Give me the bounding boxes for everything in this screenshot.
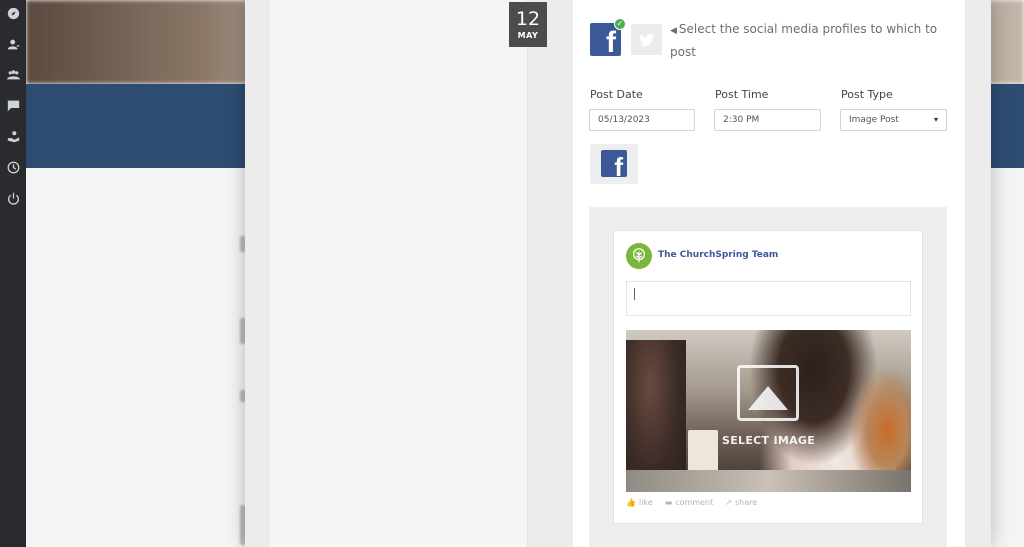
comment-label: comment	[675, 498, 714, 507]
chevron-down-icon: ▾	[933, 115, 938, 124]
comment-action[interactable]: ▬ comment	[665, 498, 714, 507]
facebook-icon: f	[601, 150, 627, 177]
group-icon[interactable]	[3, 64, 23, 84]
post-text-input[interactable]	[626, 281, 911, 316]
image-placeholder-icon[interactable]	[737, 365, 799, 421]
photo-coffee-cup	[688, 430, 718, 472]
post-time-label: Post Time	[715, 88, 769, 101]
date-day: 12	[515, 8, 541, 30]
photo-table	[626, 470, 911, 492]
comment-icon: ▬	[664, 498, 673, 507]
post-date-label: Post Date	[590, 88, 643, 101]
compass-icon[interactable]	[3, 3, 23, 23]
caret-left-icon: ◀	[670, 26, 677, 36]
modal-calendar-panel	[270, 0, 528, 547]
page-name: The ChurchSpring Team	[658, 250, 779, 260]
instruction-text: ◀ Select the social media profiles to whi…	[670, 19, 940, 63]
like-action[interactable]: 👍 like	[626, 498, 653, 507]
post-type-label: Post Type	[841, 88, 893, 101]
donate-icon[interactable]	[3, 126, 23, 146]
chat-icon[interactable]	[3, 95, 23, 115]
church-tree-icon	[632, 248, 646, 263]
facebook-icon: f	[606, 26, 616, 59]
post-type-value: Image Post	[849, 115, 899, 125]
share-icon: ↗	[725, 498, 732, 507]
select-image-label[interactable]: SELECT IMAGE	[722, 434, 815, 447]
share-label: share	[734, 498, 758, 507]
text-cursor	[634, 288, 635, 300]
share-action[interactable]: ↗ share	[725, 498, 757, 507]
post-actions: 👍 like ▬ comment ↗ share	[626, 498, 757, 507]
date-month: MAY	[517, 31, 539, 40]
date-badge: 12 MAY	[509, 2, 547, 47]
power-icon[interactable]	[3, 188, 23, 208]
post-date-input[interactable]: 05/13/2023	[589, 109, 695, 131]
thumbs-up-icon: 👍	[626, 498, 636, 507]
app-sidebar	[0, 0, 26, 547]
avatar	[626, 243, 652, 269]
instruction-label: Select the social media profiles to whic…	[670, 22, 938, 59]
post-type-select[interactable]: Image Post ▾	[840, 109, 947, 131]
like-label: like	[638, 498, 653, 507]
selected-network-tab[interactable]: f	[590, 144, 638, 184]
clock-icon[interactable]	[3, 157, 23, 177]
check-icon: ✓	[614, 18, 626, 30]
post-time-input[interactable]: 2:30 PM	[714, 109, 821, 131]
twitter-profile-toggle[interactable]	[631, 24, 662, 55]
twitter-icon	[639, 33, 654, 46]
user-icon[interactable]	[3, 34, 23, 54]
